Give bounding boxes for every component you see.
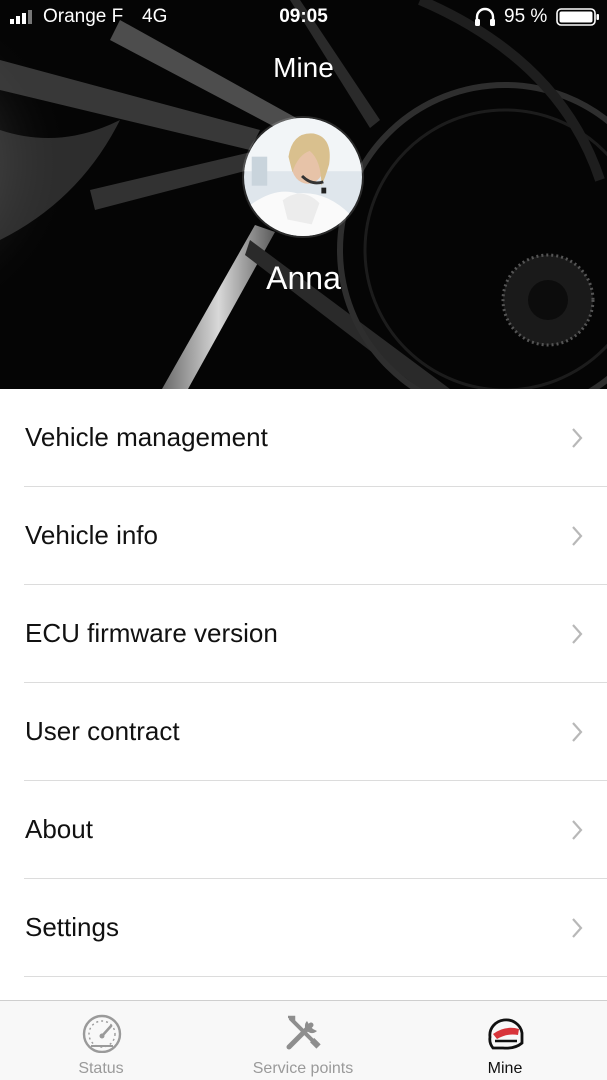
profile-header: Orange F 4G 09:05 95 % Mine Anna: [0, 0, 607, 389]
page-title: Mine: [273, 52, 334, 83]
avatar[interactable]: [242, 116, 364, 238]
menu-item-vehicle-info[interactable]: Vehicle info: [24, 487, 607, 585]
menu-item-user-contract[interactable]: User contract: [24, 683, 607, 781]
chevron-right-icon: [572, 918, 583, 938]
wrench-screwdriver-icon: [286, 1015, 321, 1050]
helmet-icon: [488, 1018, 524, 1050]
menu-item-label: Vehicle info: [25, 520, 158, 550]
tab-status[interactable]: Status: [0, 1001, 202, 1080]
menu-item-ecu-firmware-version[interactable]: ECU firmware version: [24, 585, 607, 683]
tab-label: Status: [78, 1060, 124, 1077]
chevron-right-icon: [572, 526, 583, 546]
menu-item-label: ECU firmware version: [25, 618, 278, 648]
profile-menu: Vehicle management Vehicle info ECU firm…: [0, 389, 607, 977]
tab-label: Service points: [252, 1060, 354, 1077]
chevron-right-icon: [572, 428, 583, 448]
status-bar: Orange F 4G 09:05 95 %: [0, 0, 607, 34]
username: Anna: [266, 260, 341, 296]
tab-service-points[interactable]: Service points: [202, 1001, 404, 1080]
mine-screen: Orange F 4G 09:05 95 % Mine Anna Vehicle…: [0, 0, 607, 1080]
menu-item-label: About: [25, 814, 93, 844]
menu-item-settings[interactable]: Settings: [24, 879, 607, 977]
tab-label: Mine: [487, 1060, 523, 1077]
headphones-icon: [475, 7, 495, 26]
speedometer-icon: [82, 1014, 122, 1053]
tab-bar: Status Service points Mine: [0, 1000, 607, 1080]
menu-item-label: Vehicle management: [25, 422, 268, 452]
battery-percentage: 95 %: [504, 6, 548, 27]
tab-mine[interactable]: Mine: [404, 1001, 606, 1080]
avatar-photo: [244, 118, 362, 236]
menu-item-label: Settings: [25, 912, 119, 942]
menu-item-about[interactable]: About: [24, 781, 607, 879]
menu-item-vehicle-management[interactable]: Vehicle management: [24, 389, 607, 487]
menu-item-label: User contract: [25, 716, 180, 746]
chevron-right-icon: [572, 624, 583, 644]
battery-icon: [556, 8, 599, 26]
chevron-right-icon: [572, 820, 583, 840]
chevron-right-icon: [572, 722, 583, 742]
